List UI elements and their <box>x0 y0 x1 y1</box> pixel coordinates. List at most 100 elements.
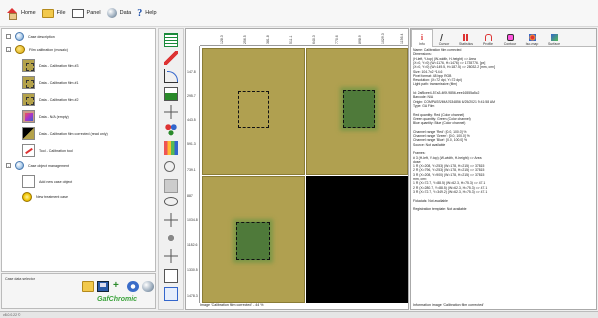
tree-expander[interactable]: - <box>6 47 11 52</box>
tree-item-case-description[interactable]: Case description <box>6 32 55 41</box>
ruler-tick-label: 640.3 <box>312 35 316 44</box>
tree-item-data-na[interactable]: Data - N/A (empty) <box>22 110 69 123</box>
tree-item-label: Case object management <box>28 163 69 168</box>
tab-surface[interactable]: Surface <box>543 29 565 47</box>
case-icon <box>15 161 24 170</box>
tab-statistics[interactable]: Statistics <box>455 29 477 47</box>
move-tool-icon[interactable] <box>164 213 178 227</box>
tab-isomap[interactable]: Iso-map <box>521 29 543 47</box>
tree-item-add-case-object[interactable]: Add new case object <box>22 175 72 188</box>
tab-info[interactable]: i Info <box>411 29 433 47</box>
menubar: Home File Panel Data ? Help <box>0 0 598 27</box>
tree-item-label: Data - N/A (empty) <box>39 114 69 119</box>
corrected-thumb-icon <box>22 127 35 140</box>
tree-expander[interactable] <box>6 34 11 39</box>
ruler-left: 147.8 295.7 443.5 591.3 739.1 887 1034.8… <box>186 46 200 303</box>
home-icon <box>6 8 18 20</box>
gear-icon[interactable] <box>127 281 139 292</box>
tab-label: Info <box>419 42 425 46</box>
info-line: # 3 (H-left, Y-top) (W-width, H-height) … <box>413 155 482 160</box>
grid-tool-icon[interactable] <box>164 33 178 47</box>
case-data-selector-label: Case data selector <box>5 277 35 281</box>
star-icon <box>22 192 32 202</box>
save-icon[interactable] <box>97 281 109 292</box>
tree-item-case-object-management[interactable]: - Case object management <box>6 161 69 170</box>
tree-item-data-corrected[interactable]: Data - Calibration film corrected (read … <box>22 127 108 140</box>
ruler-tick-label: 256.5 <box>243 35 247 44</box>
add-icon[interactable]: + <box>113 281 125 292</box>
ruler-tick-label: 1029.3 <box>381 33 385 44</box>
viewer-status: Image 'Calibration film corrected' - 44 … <box>200 303 264 307</box>
crosshair-tool-icon[interactable] <box>164 105 178 119</box>
tab-cursor[interactable]: Cursor <box>433 29 455 47</box>
menu-home-label: Home <box>21 10 36 16</box>
color-bars-icon[interactable] <box>164 141 178 155</box>
film-thumb-icon <box>22 76 35 89</box>
curve-tool-icon[interactable] <box>164 69 178 83</box>
film-tile-2 <box>306 48 408 175</box>
magnifier-icon[interactable] <box>164 161 175 172</box>
info-status: Information image 'Calibration film corr… <box>413 303 484 307</box>
info-icon: i <box>420 33 424 42</box>
ruler-tick-label: 1478.3 <box>187 294 198 298</box>
info-line: Type: GA Film <box>413 103 435 108</box>
image-viewer[interactable]: 128.3 256.5 381.8 511.1 640.3 770.6 898.… <box>185 28 409 310</box>
menu-help[interactable]: ? Help <box>137 8 156 19</box>
tree-item-data-film-2[interactable]: Data - Calibration film #2 <box>22 93 79 106</box>
fill-tool-icon[interactable] <box>164 87 178 101</box>
export-icon[interactable] <box>164 287 178 301</box>
tool-icon <box>22 144 35 157</box>
roi-frame-2[interactable] <box>343 90 375 128</box>
tab-label: Contour <box>503 42 517 46</box>
pin-tool-icon[interactable] <box>164 231 178 245</box>
tool-strip <box>158 28 184 310</box>
select-tool-icon[interactable] <box>164 179 178 193</box>
ruler-tick-label: 898.9 <box>358 35 362 44</box>
ruler-tick-label: 770.6 <box>335 35 339 44</box>
tab-profile[interactable]: Profile <box>477 29 499 47</box>
ellipse-tool-icon[interactable] <box>164 197 178 206</box>
open-folder-icon[interactable] <box>82 281 94 292</box>
menu-data[interactable]: Data <box>106 8 132 18</box>
menu-help-label: Help <box>145 10 157 16</box>
info-line: Light path: transmissive (film) <box>413 82 458 87</box>
status-bar: v8.0.0.22 © <box>0 311 598 318</box>
help-globe-icon[interactable] <box>142 281 154 292</box>
surface-icon <box>550 34 558 41</box>
info-line: Source: Not available <box>413 142 446 147</box>
ruler-tick-label: 1156.4 <box>400 33 404 44</box>
ruler-tick-label: 295.7 <box>187 94 196 98</box>
color-thumb-icon <box>22 110 35 123</box>
tree-item-film-calibration[interactable]: - Film calibration (mosaic) <box>6 45 68 54</box>
tree-expander[interactable]: - <box>6 163 11 168</box>
document-icon[interactable] <box>164 269 178 283</box>
panel-icon <box>71 8 84 18</box>
menu-file-label: File <box>56 10 66 16</box>
ruler-tick-label: 739.1 <box>187 168 196 172</box>
info-line: 3 R (X=72.7, Y=349.2) (W=62.3, H=75.3) =… <box>413 189 488 194</box>
tree-item-label: Data - Calibration film #1 <box>39 80 79 85</box>
tree-item-data-film-1[interactable]: Data - Calibration film #1 <box>22 76 79 89</box>
cursor-icon <box>439 34 449 41</box>
gafchromic-logo: GafChromic <box>97 296 138 303</box>
tree-item-label: Data - Calibration film #2 <box>39 97 79 102</box>
tree-item-data-film-3[interactable]: Data - Calibration film #3 <box>22 59 79 72</box>
menu-home[interactable]: Home <box>6 8 36 20</box>
tree-item-new-treatment-case[interactable]: New treatment case <box>22 192 68 202</box>
tab-contour[interactable]: Contour <box>499 29 521 47</box>
points-tool-icon[interactable] <box>164 123 178 137</box>
roi-frame-1[interactable] <box>238 91 269 128</box>
roi-frame-3[interactable] <box>236 222 270 260</box>
fiducial-tool-icon[interactable] <box>164 249 178 263</box>
line-tool-icon[interactable] <box>164 51 178 65</box>
tree-item-label: Add new case object <box>39 179 73 184</box>
menu-file[interactable]: File <box>41 8 66 18</box>
menu-panel[interactable]: Panel <box>71 8 101 18</box>
help-icon: ? <box>137 7 143 19</box>
profile-icon <box>484 34 492 41</box>
ruler-tick-label: 1330.5 <box>187 268 198 272</box>
tab-label: Statistics <box>458 42 473 46</box>
ruler-top: 128.3 256.5 381.8 511.1 640.3 770.6 898.… <box>200 29 408 46</box>
menu-data-label: Data <box>119 10 132 16</box>
tree-item-calibration-tool[interactable]: Tool - Calibration tool <box>22 144 73 157</box>
